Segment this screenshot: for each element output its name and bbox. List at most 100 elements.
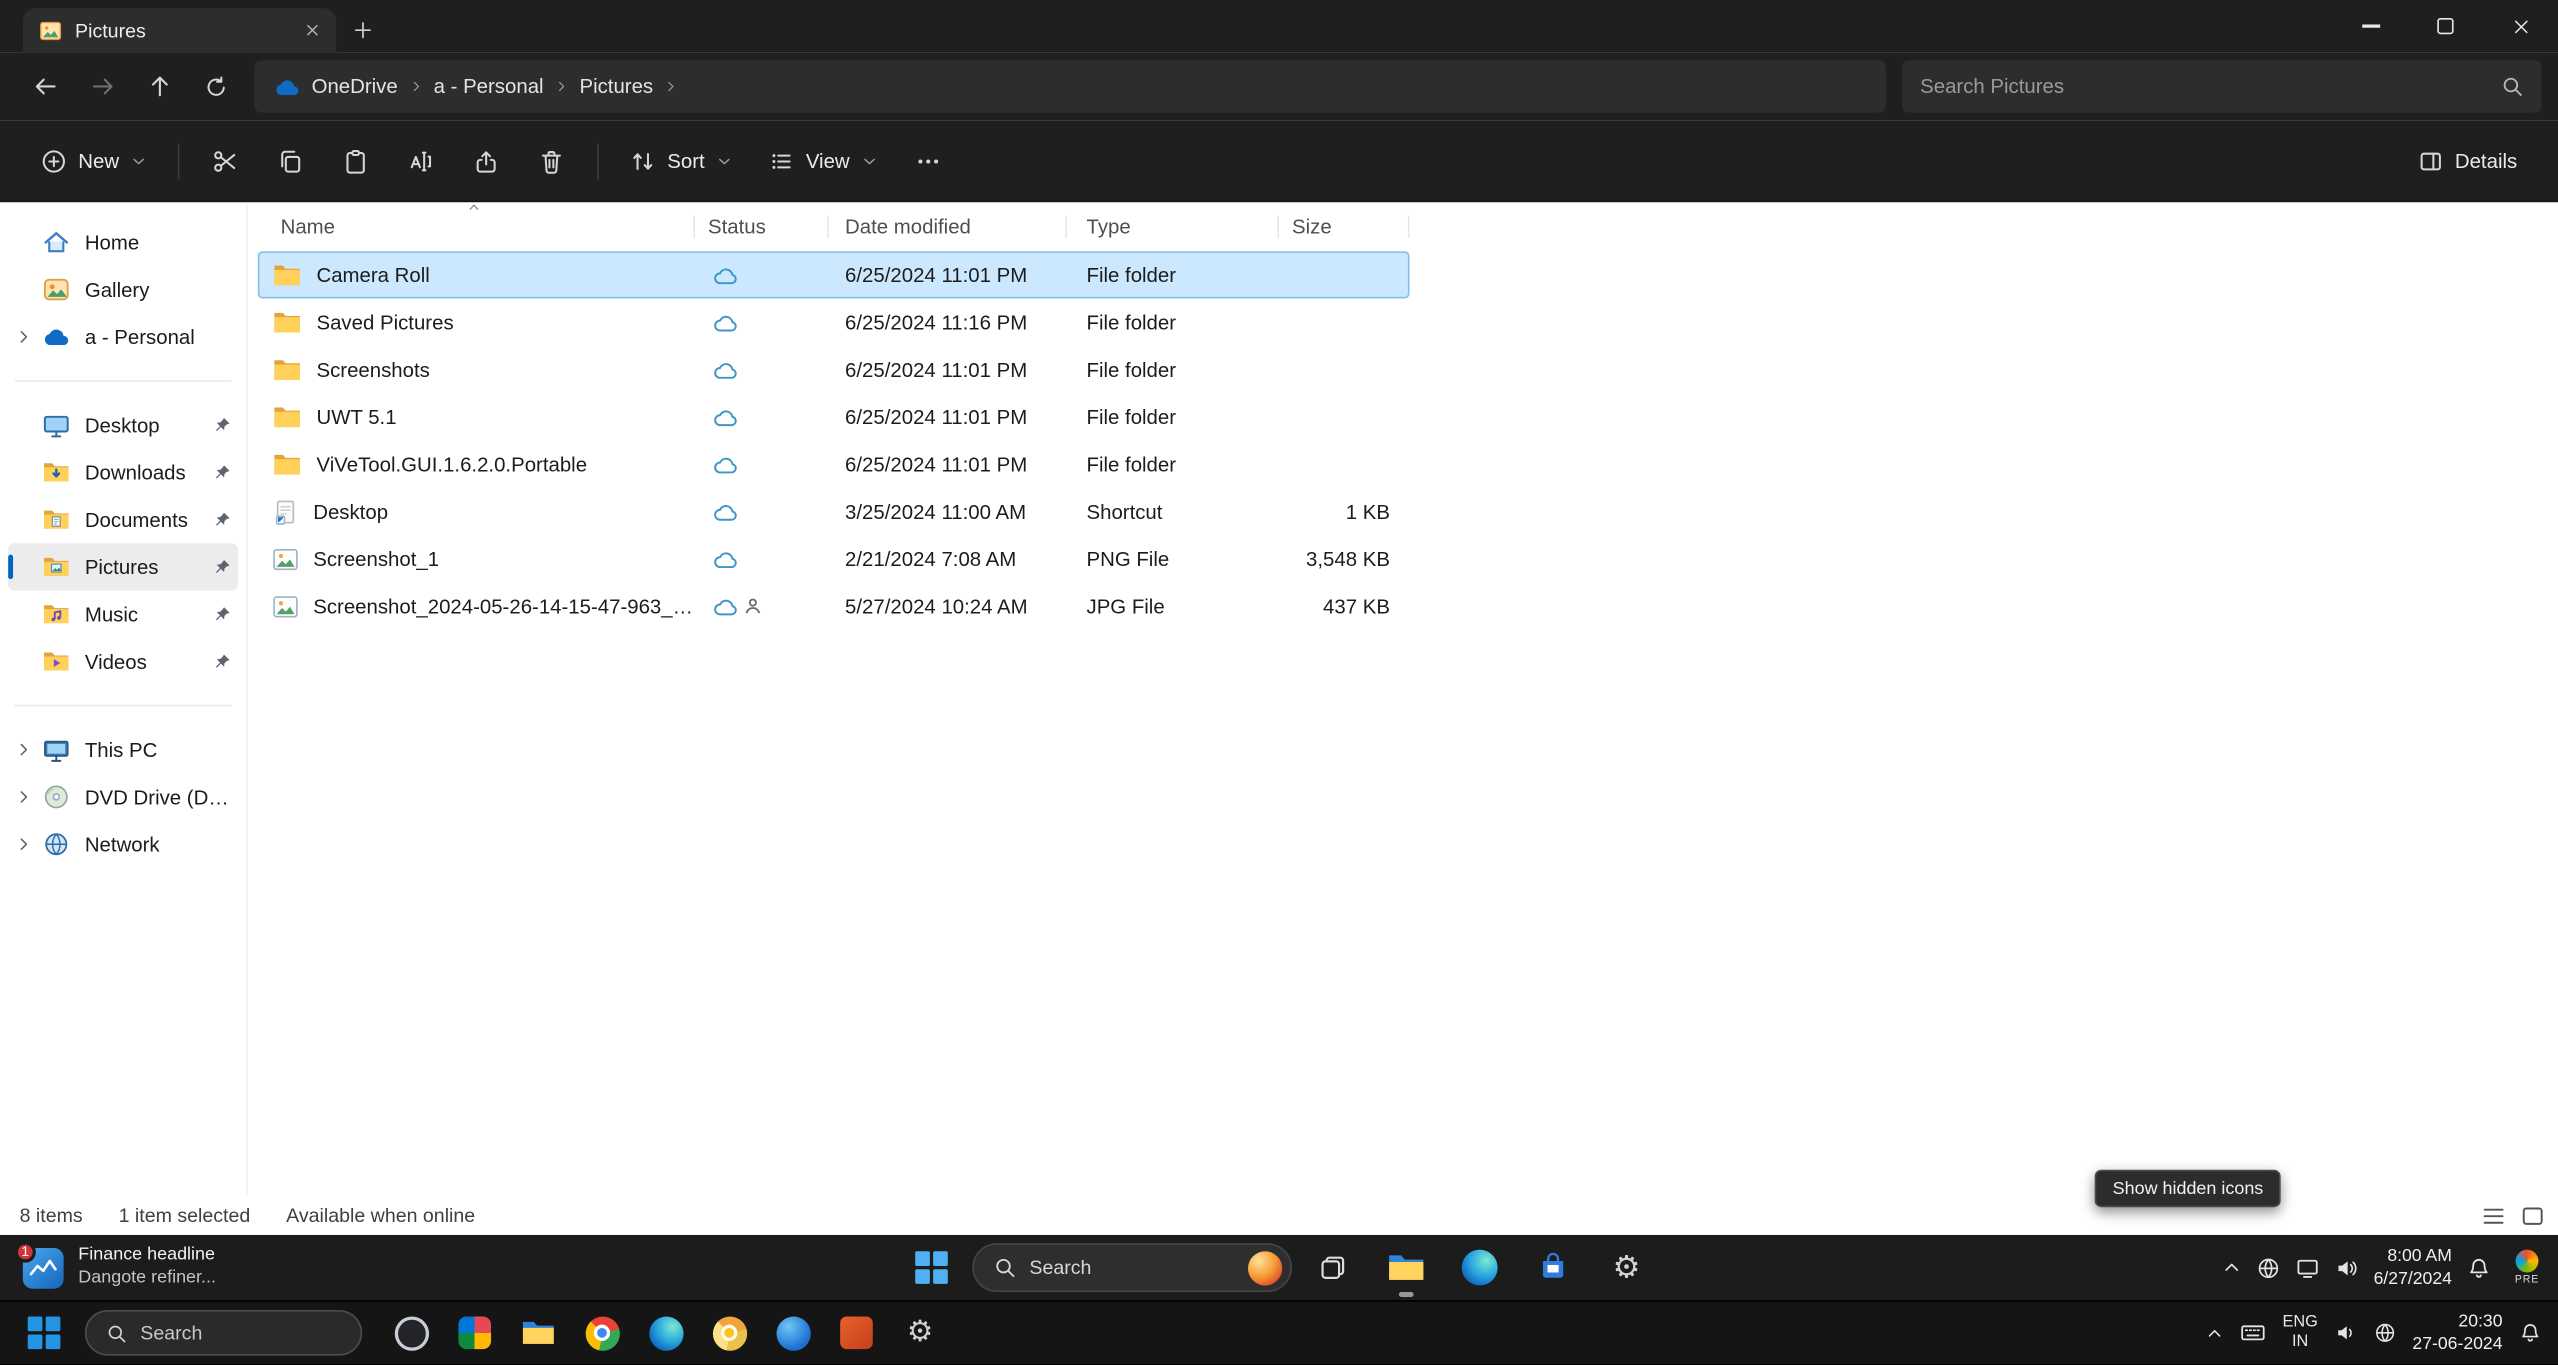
column-header-date-modified[interactable]: Date modified	[829, 202, 1067, 251]
column-header-status[interactable]: Status	[695, 202, 829, 251]
search-input[interactable]	[1920, 75, 2488, 98]
host-taskbar-search[interactable]: Search	[85, 1310, 362, 1356]
column-header-type[interactable]: Type	[1067, 202, 1279, 251]
sidebar-item-this-pc[interactable]: This PC	[8, 726, 238, 773]
share-button[interactable]	[454, 131, 519, 190]
language-indicator[interactable]: ENG IN	[2282, 1312, 2317, 1353]
copilot-preview-icon[interactable]: PRE	[2506, 1250, 2548, 1286]
windows-logo-icon	[28, 1317, 60, 1349]
breadcrumb-pictures[interactable]: Pictures	[579, 75, 653, 98]
music-folder-icon	[42, 600, 70, 628]
sidebar-item-desktop[interactable]: Desktop	[8, 401, 238, 448]
forward-button[interactable]	[73, 59, 130, 114]
app-settings-icon[interactable]: ⚙	[897, 1301, 943, 1365]
gear-icon: ⚙	[907, 1318, 933, 1347]
volume-tray-icon[interactable]	[2334, 1321, 2357, 1344]
taskbar-search[interactable]: Search	[972, 1243, 1292, 1292]
search-icon[interactable]	[2501, 75, 2524, 98]
details-pane-button[interactable]: Details	[2399, 131, 2535, 190]
chevron-right-icon[interactable]	[665, 78, 678, 94]
close-button[interactable]	[2483, 0, 2558, 52]
host-taskbar-clock[interactable]: 20:30 27-06-2024	[2412, 1310, 2502, 1356]
sidebar-item-network[interactable]: Network	[8, 821, 238, 868]
display-tray-icon[interactable]	[2295, 1255, 2319, 1279]
tab-close-icon[interactable]	[305, 23, 320, 38]
task-view-button[interactable]	[1300, 1235, 1365, 1300]
sidebar-item-gallery[interactable]: Gallery	[8, 266, 238, 313]
tab-pictures[interactable]: Pictures	[23, 8, 336, 52]
edge-taskbar-icon[interactable]	[1447, 1235, 1512, 1300]
cut-button[interactable]	[193, 131, 258, 190]
file-row-screenshot-1[interactable]: Screenshot_1 2/21/2024 7:08 AM PNG File …	[258, 535, 1410, 582]
settings-taskbar-icon[interactable]: ⚙	[1594, 1235, 1659, 1300]
up-button[interactable]	[131, 59, 188, 114]
app-file-explorer-icon[interactable]	[516, 1301, 562, 1365]
folder-icon	[272, 263, 301, 287]
file-row-screenshots[interactable]: Screenshots 6/25/2024 11:01 PM File fold…	[258, 346, 1410, 393]
delete-button[interactable]	[519, 131, 584, 190]
show-hidden-icons-chevron[interactable]	[2222, 1258, 2242, 1278]
address-bar[interactable]: OneDrive a - Personal Pictures	[254, 60, 1885, 112]
sidebar-item-downloads[interactable]: Downloads	[8, 449, 238, 496]
chevron-right-icon[interactable]	[11, 330, 35, 345]
chevron-right-icon[interactable]	[11, 742, 35, 757]
maximize-button[interactable]	[2408, 0, 2483, 52]
network-tray-icon[interactable]	[2373, 1321, 2396, 1344]
file-row-uwt[interactable]: UWT 5.1 6/25/2024 11:01 PM File folder	[258, 393, 1410, 440]
app-photos-icon[interactable]	[452, 1301, 498, 1365]
sidebar-item-documents[interactable]: Documents	[8, 496, 238, 543]
search-box[interactable]	[1902, 60, 2542, 112]
widgets-button[interactable]: 1 Finance headline Dangote refiner...	[10, 1235, 229, 1300]
sidebar-item-home[interactable]: Home	[8, 219, 238, 266]
refresh-button[interactable]	[188, 59, 245, 114]
touch-keyboard-icon[interactable]	[2240, 1321, 2266, 1344]
breadcrumb-onedrive[interactable]: OneDrive	[312, 75, 398, 98]
column-header-size[interactable]: Size	[1279, 202, 1410, 251]
file-row-saved-pictures[interactable]: Saved Pictures 6/25/2024 11:16 PM File f…	[258, 299, 1410, 346]
thumbnail-view-toggle-icon[interactable]	[2520, 1203, 2544, 1227]
notification-bell-icon[interactable]	[2519, 1321, 2542, 1344]
sidebar-item-dvd-drive[interactable]: DVD Drive (D:) CCC	[8, 773, 238, 820]
more-options-button[interactable]	[895, 131, 960, 190]
sidebar-item-onedrive-personal[interactable]: a - Personal	[8, 313, 238, 360]
sidebar-item-videos[interactable]: Videos	[8, 638, 238, 685]
chevron-right-icon[interactable]	[555, 78, 568, 94]
sort-button[interactable]: Sort	[612, 131, 751, 190]
details-view-toggle-icon[interactable]	[2481, 1203, 2505, 1227]
file-size: 437 KB	[1279, 595, 1410, 618]
microsoft-store-taskbar-icon[interactable]	[1520, 1235, 1585, 1300]
app-obs-icon[interactable]	[388, 1301, 434, 1365]
app-office-icon[interactable]	[834, 1301, 880, 1365]
chevron-right-icon[interactable]	[409, 78, 422, 94]
show-hidden-icons-chevron[interactable]	[2206, 1324, 2224, 1342]
app-chrome-icon[interactable]	[579, 1301, 625, 1365]
copy-button[interactable]	[258, 131, 323, 190]
new-button[interactable]: New	[23, 131, 165, 190]
chevron-right-icon[interactable]	[11, 790, 35, 805]
file-row-desktop-shortcut[interactable]: Desktop 3/25/2024 11:00 AM Shortcut 1 KB	[258, 488, 1410, 535]
host-start-button[interactable]	[16, 1301, 71, 1365]
notification-bell-icon[interactable]	[2467, 1255, 2491, 1279]
chevron-right-icon[interactable]	[11, 837, 35, 852]
breadcrumb-a-personal[interactable]: a - Personal	[434, 75, 544, 98]
minimize-button[interactable]	[2333, 0, 2408, 52]
app-edge-dev-icon[interactable]	[770, 1301, 816, 1365]
file-explorer-taskbar-icon[interactable]	[1374, 1235, 1439, 1300]
file-row-vivetool[interactable]: ViVeTool.GUI.1.6.2.0.Portable 6/25/2024 …	[258, 440, 1410, 487]
network-tray-icon[interactable]	[2256, 1255, 2280, 1279]
app-edge-icon[interactable]	[643, 1301, 689, 1365]
paste-button[interactable]	[323, 131, 388, 190]
back-button[interactable]	[16, 59, 73, 114]
rename-button[interactable]	[388, 131, 453, 190]
taskbar-clock[interactable]: 8:00 AM 6/27/2024	[2374, 1245, 2452, 1291]
view-button[interactable]: View	[750, 131, 895, 190]
sidebar-item-music[interactable]: Music	[8, 591, 238, 638]
app-chrome-canary-icon[interactable]	[706, 1301, 752, 1365]
file-row-screenshot-2024[interactable]: Screenshot_2024-05-26-14-15-47-963_com.m…	[258, 582, 1410, 629]
sidebar-item-pictures[interactable]: Pictures	[8, 543, 238, 590]
start-button[interactable]	[899, 1235, 964, 1300]
new-tab-button[interactable]	[336, 8, 388, 52]
file-row-camera-roll[interactable]: Camera Roll 6/25/2024 11:01 PM File fold…	[258, 251, 1410, 298]
column-header-name[interactable]: Name	[258, 202, 695, 251]
volume-tray-icon[interactable]	[2334, 1255, 2358, 1279]
